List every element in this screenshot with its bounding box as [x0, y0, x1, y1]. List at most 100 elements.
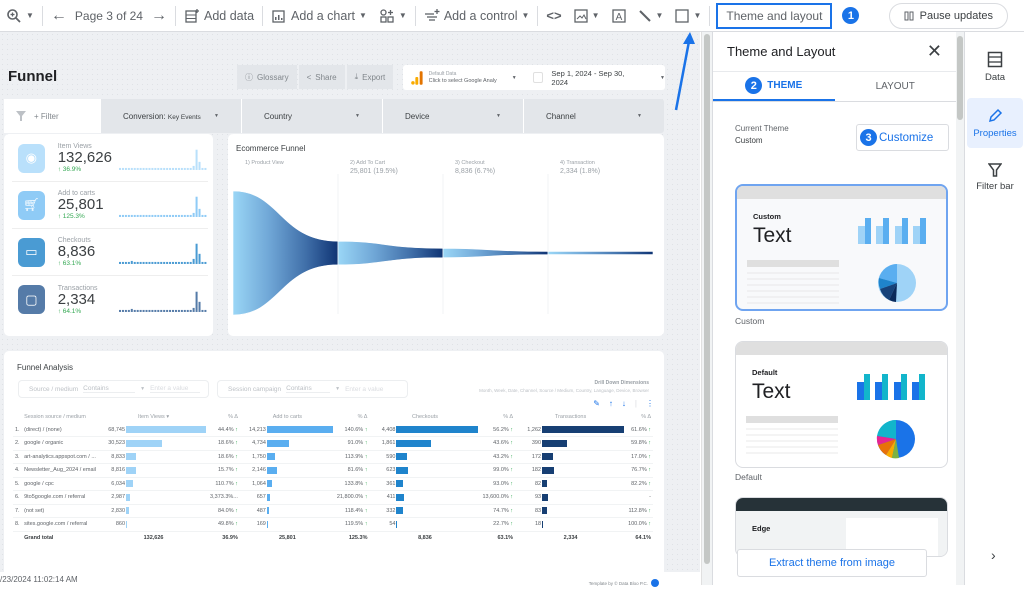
add-chart-button[interactable]: Add a chart ▼	[265, 0, 373, 32]
arrow-up-icon[interactable]: ↑	[609, 399, 613, 408]
databloo-logo-icon	[651, 579, 659, 587]
theme-card-custom[interactable]: Custom Text	[735, 184, 948, 311]
embed-code-icon: <>	[546, 8, 562, 23]
export-button[interactable]: ⤓ Export	[346, 65, 394, 89]
sparkline-bar	[148, 214, 151, 217]
arrow-down-icon[interactable]: ↓	[622, 399, 626, 408]
canvas-scrollbar[interactable]	[701, 32, 712, 585]
table-row[interactable]: 6. 9to5google.com / referral 2,987 3,373.3%…	[13, 490, 653, 505]
page-indicator[interactable]: Page 3 of 24	[75, 9, 143, 23]
table-row[interactable]: 4. Newsletter_Aug_2024 / email 8,816 15.7% …	[13, 463, 653, 478]
table-row[interactable]: 3. art-analytics.appspot.com / ... 8,833 18…	[13, 450, 653, 464]
theme-card-default[interactable]: Default Text	[735, 341, 948, 468]
channel-filter[interactable]: Channel ▼	[523, 99, 664, 133]
source-medium-cell: google / cpc	[22, 477, 100, 491]
cell-value: 390	[531, 440, 542, 447]
session-campaign-value-input[interactable]: Enter a value	[345, 386, 385, 393]
device-filter[interactable]: Device ▼	[382, 99, 523, 133]
arrow-up-icon: ↑	[363, 453, 368, 460]
extract-theme-button[interactable]: Extract theme from image	[737, 549, 927, 577]
source-medium-value-input[interactable]: Enter a value	[150, 385, 201, 393]
theme-bar-chart	[858, 218, 926, 244]
zoom-button[interactable]: ▼	[0, 0, 40, 32]
column-header: % Δ	[357, 414, 368, 420]
add-data-button[interactable]: Add data	[178, 0, 260, 32]
funnel-chart[interactable]	[228, 174, 664, 324]
table-row[interactable]: 5. google / cpc 6,034 110.7% ↑ 1,064 133.8% ↑…	[13, 477, 653, 491]
rail-item-data[interactable]: Data	[967, 42, 1023, 92]
sparkline-bar	[145, 261, 148, 264]
data-source-selector[interactable]: Default Data Click to select Google Anal…	[429, 71, 510, 85]
arrow-up-icon: ↑	[508, 426, 514, 433]
cell-bar	[396, 480, 404, 488]
shape-button[interactable]: ▼	[669, 0, 707, 32]
chevron-right-icon[interactable]: ›	[991, 547, 996, 563]
sparkline-bar	[177, 167, 180, 170]
session-campaign-operator[interactable]: Contains	[286, 385, 331, 393]
delta-cell: 112.8% ↑	[626, 504, 653, 518]
arrow-right-icon[interactable]: →	[151, 7, 167, 25]
arrow-left-icon[interactable]: ←	[51, 7, 67, 25]
bar-cell: 83	[515, 504, 627, 518]
add-chart-label: Add a chart	[291, 8, 355, 23]
canvas-scroll-thumb[interactable]	[704, 34, 710, 564]
cell-bar	[542, 507, 548, 515]
rail-item-properties[interactable]: Properties	[967, 98, 1023, 148]
arrow-up-icon: ↑	[233, 453, 238, 460]
funnel-segment[interactable]	[232, 190, 339, 316]
column-header[interactable]: Item Views ▾	[99, 411, 208, 423]
embed-button[interactable]: <>	[540, 0, 567, 32]
bar-cell-content: 8,833	[101, 453, 206, 461]
cell-bar	[126, 426, 207, 433]
sparkline-bar	[165, 309, 168, 312]
bar-cell-content: 2,146	[242, 466, 333, 474]
close-icon[interactable]: ✕	[927, 41, 942, 62]
step-badge-3: 3	[860, 129, 877, 146]
glossary-button[interactable]: ⓘ Glossary	[237, 65, 297, 89]
tab-layout[interactable]: LAYOUT	[835, 72, 957, 101]
theme-and-layout-button[interactable]: Theme and layout	[716, 2, 833, 29]
add-control-button[interactable]: Add a control ▼	[418, 0, 536, 32]
table-row[interactable]: 1. (direct) / (none) 68,745 44.4% ↑ 14,213 14…	[13, 423, 653, 437]
theme-card-edge[interactable]: Edge	[735, 497, 948, 557]
share-button[interactable]: < Share	[298, 65, 345, 89]
kpi-text: Checkouts 8,836 ↑ 63.1%	[58, 237, 115, 267]
device-filter-label: Device	[405, 111, 430, 121]
line-button[interactable]: ▼	[632, 0, 670, 32]
funnel-segment[interactable]	[337, 240, 444, 266]
cell-value: 82	[534, 480, 542, 487]
drill-down-title: Drill Down Dimensions	[594, 380, 649, 386]
funnel-segment[interactable]	[442, 248, 549, 258]
funnel-segment[interactable]	[547, 251, 654, 255]
customize-button[interactable]: 3 Customize	[856, 124, 949, 151]
add-control-icon	[424, 8, 440, 21]
tab-theme-label: THEME	[767, 80, 803, 91]
date-range-selector[interactable]: Sep 1, 2024 - Sep 30, 2024	[551, 69, 640, 87]
session-campaign-filter[interactable]: Session campaign Contains ▼ Enter a valu…	[217, 380, 408, 398]
conversion-filter[interactable]: Conversion: Key Events ▼	[100, 99, 241, 133]
tab-theme[interactable]: 2 THEME	[713, 72, 835, 101]
more-vert-icon[interactable]: ⋮	[646, 399, 654, 408]
pencil-icon[interactable]: ✎	[593, 399, 600, 408]
sparkline-bar	[162, 167, 165, 170]
pause-updates-button[interactable]: Pause updates	[888, 3, 1008, 29]
cell-value: 2,830	[111, 507, 126, 514]
table-row[interactable]: 7. (not set) 2,830 84.0% ↑ 487 118.4% ↑ 332 74.…	[13, 504, 653, 518]
text-box-button[interactable]: A	[606, 0, 632, 32]
sparkline-bar	[151, 167, 154, 170]
column-header: Checkouts	[411, 414, 438, 420]
arrow-up-icon: ↑	[646, 453, 651, 460]
table-row[interactable]: 8. sites.google.com / referral 860 49.8% ↑ 1…	[13, 517, 653, 532]
table-row[interactable]: 2. google / organic 30,523 18.6% ↑ 4,734 91.0…	[13, 436, 653, 451]
panel-title: Theme and Layout	[727, 44, 836, 59]
cell-bar	[266, 453, 275, 461]
source-medium-operator[interactable]: Contains	[83, 385, 136, 393]
panel-scroll-thumb[interactable]	[957, 36, 963, 120]
country-filter[interactable]: Country ▼	[241, 99, 382, 133]
community-viz-button[interactable]: ▼	[373, 0, 413, 32]
source-medium-filter[interactable]: Source / medium Contains ▼ Enter a value	[18, 380, 209, 398]
rail-item-filter-bar[interactable]: Filter bar	[967, 152, 1023, 202]
cell-bar	[266, 493, 270, 501]
add-filter-button[interactable]: + Filter	[4, 99, 100, 133]
image-button[interactable]: ▼	[568, 0, 606, 32]
